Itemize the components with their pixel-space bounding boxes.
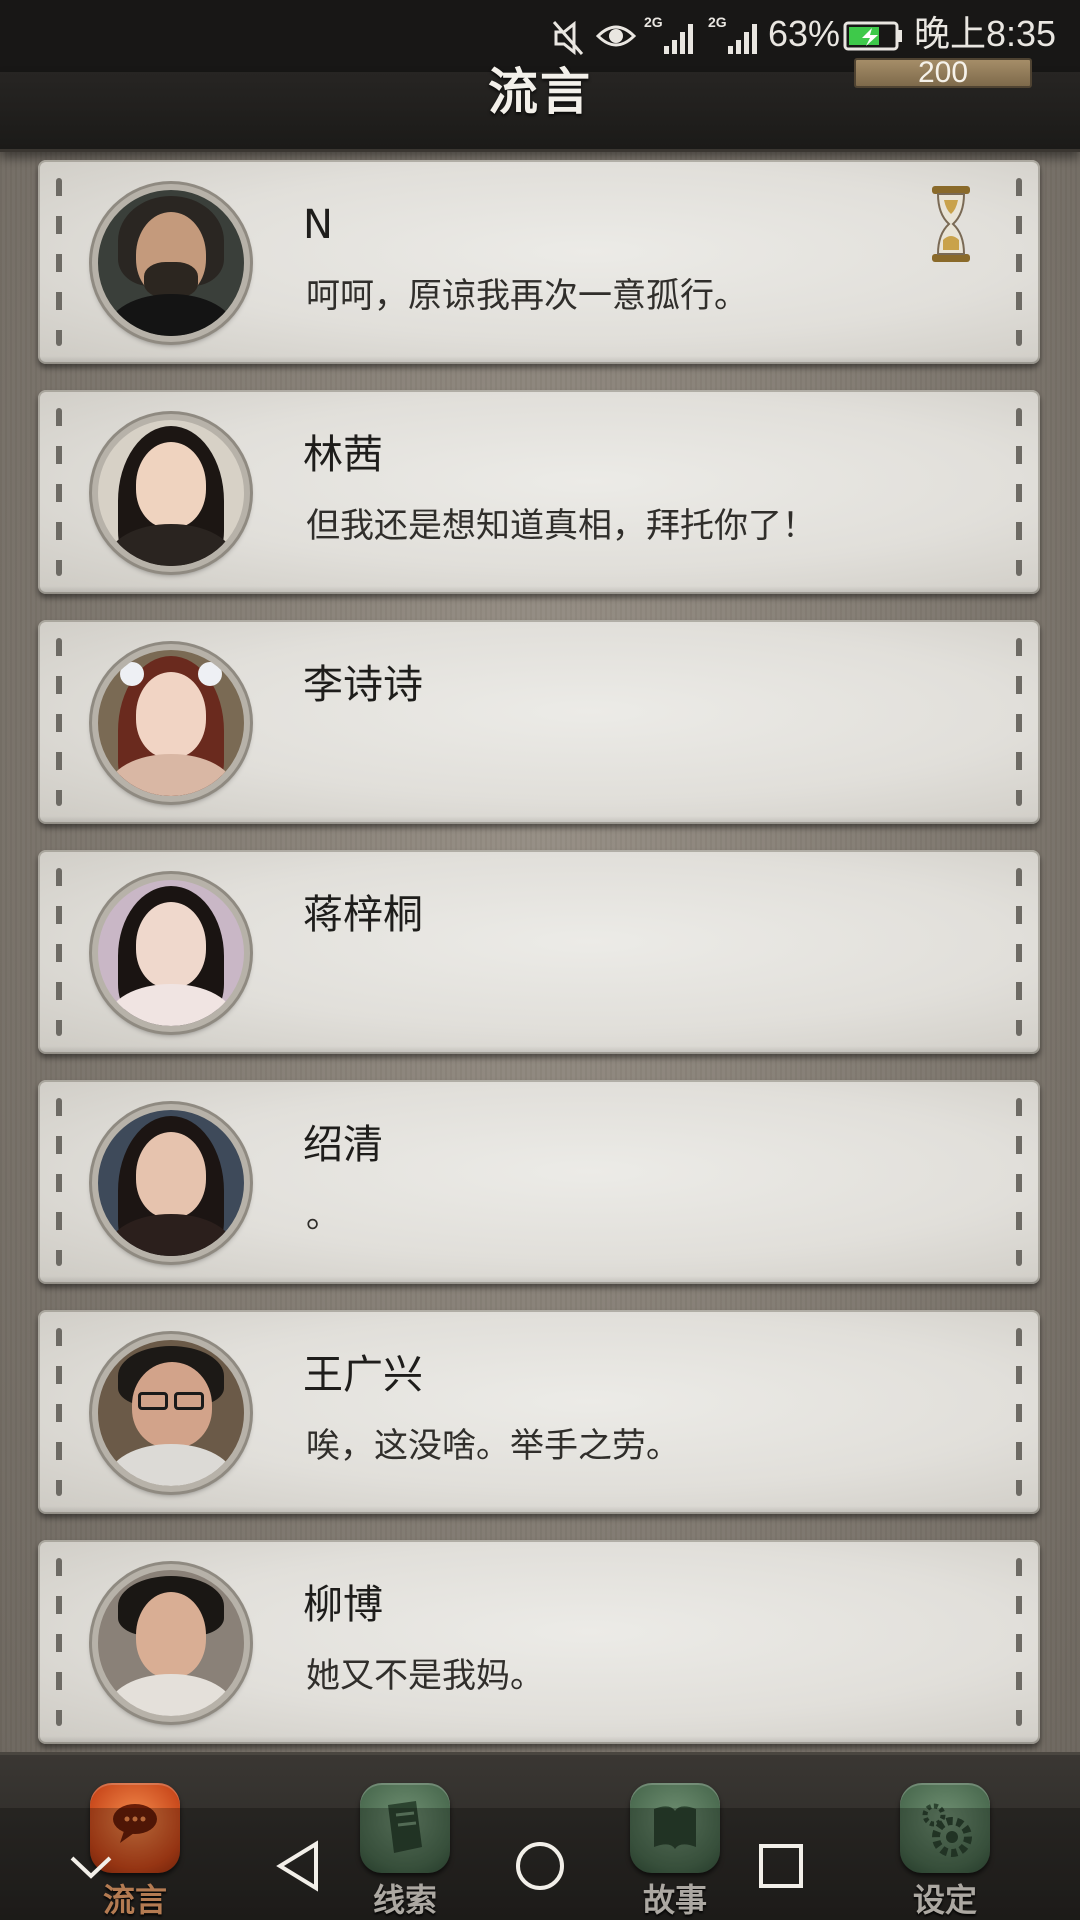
card-stitch-right: [1016, 408, 1022, 576]
collapse-chevron-icon[interactable]: [56, 1836, 126, 1896]
card-stitch-left: [56, 638, 62, 806]
card-stitch-left: [56, 868, 62, 1036]
points-counter: 200: [854, 58, 1032, 88]
card-stitch-left: [56, 1328, 62, 1496]
contact-name: 王广兴: [303, 1352, 423, 1398]
contact-name: 绍清: [303, 1122, 383, 1168]
avatar: [92, 1104, 250, 1262]
card-stitch-right: [1016, 1098, 1022, 1266]
card-stitch-right: [1016, 1558, 1022, 1726]
contact-card[interactable]: 蒋梓桐: [38, 850, 1040, 1054]
avatar: [92, 414, 250, 572]
contact-name: N: [303, 202, 333, 248]
card-stitch-right: [1016, 178, 1022, 346]
header-bar: 流言 200: [0, 58, 1080, 152]
contact-card[interactable]: N 呵呵，原谅我再次一意孤行。: [38, 160, 1040, 364]
contact-name: 柳博: [303, 1582, 383, 1628]
last-message: 她又不是我妈。: [306, 1656, 544, 1696]
contact-card[interactable]: 林茜 但我还是想知道真相，拜托你了！: [38, 390, 1040, 594]
contact-card[interactable]: 王广兴 唉，这没啥。举手之劳。: [38, 1310, 1040, 1514]
clock: 晚上8:35: [914, 13, 1057, 54]
hourglass-icon: [932, 186, 970, 262]
battery-percent: 63%: [768, 13, 841, 54]
avatar: [92, 1334, 250, 1492]
contact-card[interactable]: 绍清 。: [38, 1080, 1040, 1284]
contact-card[interactable]: 李诗诗: [38, 620, 1040, 824]
last-message: 。: [306, 1196, 340, 1236]
home-circle-icon[interactable]: [505, 1836, 575, 1896]
contact-card[interactable]: 柳博 她又不是我妈。: [38, 1540, 1040, 1744]
card-stitch-right: [1016, 1328, 1022, 1496]
contact-name: 林茜: [303, 432, 383, 478]
card-stitch-left: [56, 1558, 62, 1726]
avatar: [92, 644, 250, 802]
last-message: 呵呵，原谅我再次一意孤行。: [306, 276, 748, 316]
card-stitch-right: [1016, 868, 1022, 1036]
last-message: 唉，这没啥。举手之劳。: [306, 1426, 680, 1466]
card-stitch-right: [1016, 638, 1022, 806]
contact-name: 李诗诗: [303, 662, 423, 708]
recents-square-icon[interactable]: [746, 1836, 816, 1896]
back-triangle-icon[interactable]: [264, 1836, 334, 1896]
card-stitch-left: [56, 1098, 62, 1266]
last-message: 但我还是想知道真相，拜托你了！: [306, 506, 816, 546]
avatar: [92, 1564, 250, 1722]
contact-name: 蒋梓桐: [303, 892, 423, 938]
avatar: [92, 184, 250, 342]
card-stitch-left: [56, 408, 62, 576]
avatar: [92, 874, 250, 1032]
card-stitch-left: [56, 178, 62, 346]
